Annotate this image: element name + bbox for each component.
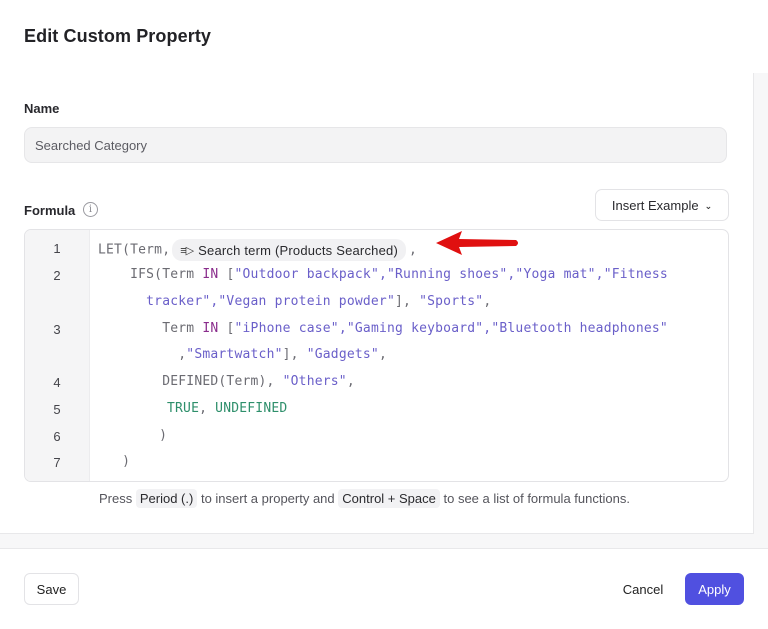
hint-text: to see a list of formula functions. <box>444 491 630 506</box>
name-label: Name <box>24 101 59 116</box>
keyword: IN <box>202 267 218 282</box>
code-text: ], <box>395 294 419 309</box>
dialog-title: Edit Custom Property <box>24 26 211 47</box>
formula-editor[interactable]: 1 2 3 4 5 6 7 LET(Term, ≡▷ Search term (Pr… <box>24 229 729 482</box>
code-text: , <box>199 401 215 416</box>
line-number: 6 <box>25 429 89 444</box>
string-literal: "iPhone case","Gaming keyboard","Bluetoo… <box>234 321 667 336</box>
line-number: 5 <box>25 402 89 417</box>
string-literal: "Others" <box>283 374 347 389</box>
property-cursor-icon: ≡▷ <box>180 244 193 257</box>
code-line-2: IFS(Term IN ["Outdoor backpack","Running… <box>98 267 668 282</box>
code-text: , <box>379 347 387 362</box>
kbd-control-space: Control + Space <box>338 489 440 508</box>
code-line-4: DEFINED(Term), "Others", <box>98 374 355 389</box>
code-text: DEFINED(Term), <box>98 374 283 389</box>
line-number: 3 <box>25 322 89 337</box>
code-line-1: LET(Term, ≡▷ Search term (Products Searche… <box>98 239 417 261</box>
scrollbar[interactable] <box>754 73 768 548</box>
code-text: , <box>409 243 417 258</box>
code-text: [ <box>218 321 234 336</box>
code-line-2-wrap: tracker","Vegan protein powder"], "Sport… <box>98 294 491 309</box>
string-literal: "Smartwatch" <box>186 347 282 362</box>
info-icon[interactable]: i <box>83 202 98 217</box>
code-line-5: TRUE, UNDEFINED <box>167 401 287 416</box>
code-text: [ <box>218 267 234 282</box>
code-text: , <box>347 374 355 389</box>
footer-divider <box>0 534 768 549</box>
save-button[interactable]: Save <box>24 573 79 605</box>
name-input[interactable] <box>24 127 727 163</box>
formula-hint: Press Period (.) to insert a property an… <box>99 491 630 506</box>
code-text: Term <box>98 321 202 336</box>
property-pill-label: Search term (Products Searched) <box>198 243 398 258</box>
code-line-6: ) <box>103 428 167 443</box>
code-text: LET(Term, <box>98 243 170 258</box>
code-text: ], <box>283 347 307 362</box>
keyword: IN <box>202 321 218 336</box>
property-pill[interactable]: ≡▷ Search term (Products Searched) <box>172 239 406 261</box>
kbd-period: Period (.) <box>136 489 197 508</box>
string-literal: tracker","Vegan protein powder" <box>98 294 395 309</box>
hint-text: Press <box>99 491 132 506</box>
insert-example-label: Insert Example <box>612 198 699 213</box>
string-literal: "Gadgets" <box>307 347 379 362</box>
line-number: 7 <box>25 455 89 470</box>
code-text: , <box>98 347 186 362</box>
apply-button[interactable]: Apply <box>685 573 744 605</box>
hint-text: to insert a property and <box>201 491 335 506</box>
formula-label: Formula <box>24 203 75 218</box>
insert-example-button[interactable]: Insert Example ⌄ <box>595 189 729 221</box>
code-line-3-wrap: ,"Smartwatch"], "Gadgets", <box>98 347 387 362</box>
line-number: 4 <box>25 375 89 390</box>
string-literal: "Outdoor backpack","Running shoes","Yoga… <box>234 267 667 282</box>
boolean-literal: TRUE <box>167 401 199 416</box>
code-line-7: ) <box>98 454 130 469</box>
code-text: , <box>483 294 491 309</box>
line-number: 1 <box>25 241 89 256</box>
string-literal: "Sports" <box>419 294 483 309</box>
code-text: IFS(Term <box>98 267 202 282</box>
code-line-3: Term IN ["iPhone case","Gaming keyboard"… <box>98 321 668 336</box>
line-number: 2 <box>25 268 89 283</box>
annotation-arrow-icon <box>432 228 522 258</box>
undefined-literal: UNDEFINED <box>215 401 287 416</box>
line-number-gutter: 1 2 3 4 5 6 7 <box>25 230 90 481</box>
edit-custom-property-dialog: Edit Custom Property Name Formula i Inse… <box>0 0 768 629</box>
chevron-down-icon: ⌄ <box>705 201 713 212</box>
cancel-button[interactable]: Cancel <box>612 573 674 605</box>
